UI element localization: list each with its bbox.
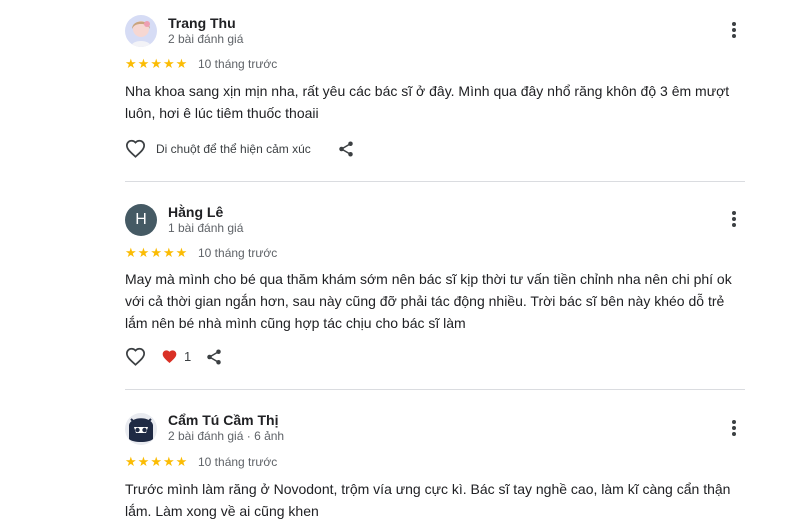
star-icon: ★ [137, 56, 150, 71]
heart-outline-icon[interactable] [125, 139, 146, 158]
review-time: 10 tháng trước [198, 246, 278, 260]
review-text: Trước mình làm răng ở Novodont, trộm vía… [125, 481, 731, 519]
like-count: 1 [184, 349, 192, 364]
star-icon: ★ [175, 56, 188, 71]
review-text: Nha khoa sang xịn mịn nha, rất yêu các b… [125, 83, 730, 121]
star-icon: ★ [162, 56, 175, 71]
more-options-button[interactable] [726, 209, 742, 229]
more-options-button[interactable] [726, 20, 742, 40]
avatar[interactable] [125, 413, 157, 445]
star-icon: ★ [162, 245, 175, 260]
star-icon: ★ [150, 56, 162, 71]
star-rating: ★ ★ ★ ★ ★ [125, 57, 187, 71]
star-icon: ★ [125, 245, 137, 260]
star-rating: ★ ★ ★ ★ ★ [125, 455, 187, 469]
review-actions: Di chuột để thể hiện cảm xúc [125, 139, 355, 158]
heart-filled-icon[interactable] [161, 349, 178, 364]
more-vert-icon [732, 211, 736, 215]
reviewer-meta[interactable]: 2 bài đánh giá · 6 ảnh [168, 429, 284, 443]
star-icon: ★ [162, 454, 175, 469]
avatar[interactable]: H [125, 204, 157, 236]
reviewer-meta[interactable]: 2 bài đánh giá [168, 32, 243, 46]
review-actions: 1 [125, 347, 223, 366]
heart-outline-icon[interactable] [125, 347, 146, 366]
reaction-hint: Di chuột để thể hiện cảm xúc [156, 141, 311, 156]
star-rating: ★ ★ ★ ★ ★ [125, 246, 187, 260]
share-icon[interactable] [337, 140, 355, 158]
star-icon: ★ [125, 454, 137, 469]
avatar[interactable] [125, 15, 157, 47]
divider [125, 181, 745, 182]
review-time: 10 tháng trước [198, 455, 278, 469]
review-text: May mà mình cho bé qua thăm khám sớm nên… [125, 271, 732, 331]
reviewer-name[interactable]: Hằng Lê [168, 204, 223, 220]
reviewer-meta[interactable]: 1 bài đánh giá [168, 221, 243, 235]
reviewer-name[interactable]: Trang Thu [168, 15, 236, 31]
share-icon[interactable] [205, 348, 223, 366]
star-icon: ★ [125, 56, 137, 71]
more-vert-icon [732, 420, 736, 424]
divider [125, 389, 745, 390]
review-time: 10 tháng trước [198, 57, 278, 71]
star-icon: ★ [175, 245, 188, 260]
star-icon: ★ [150, 454, 162, 469]
reviewer-name[interactable]: Cẩm Tú Cầm Thị [168, 412, 278, 428]
star-icon: ★ [137, 454, 150, 469]
more-vert-icon [732, 22, 736, 26]
more-options-button[interactable] [726, 418, 742, 438]
avatar-letter: H [135, 211, 147, 228]
star-icon: ★ [175, 454, 188, 469]
star-icon: ★ [150, 245, 162, 260]
star-icon: ★ [137, 245, 150, 260]
